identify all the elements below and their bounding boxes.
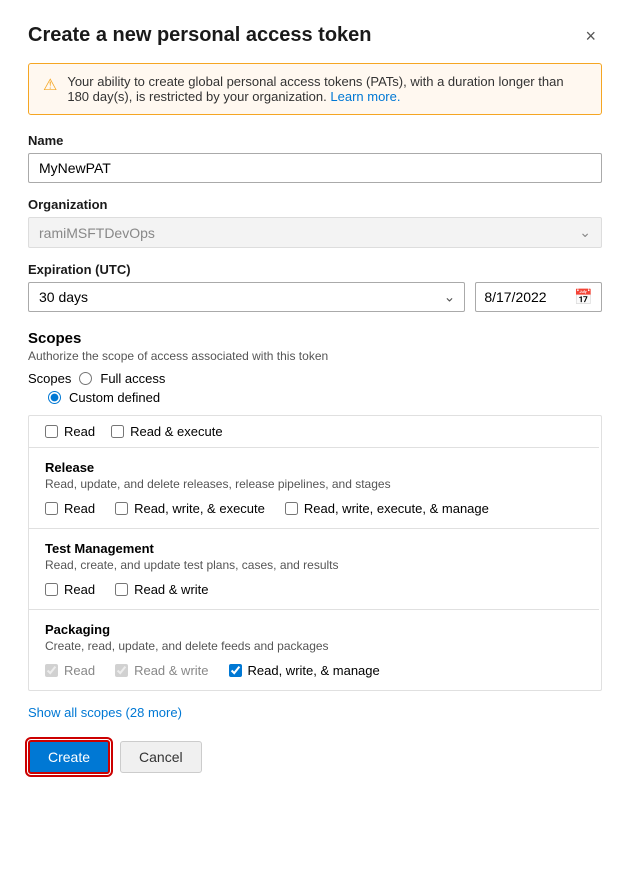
release-write-execute-checkbox[interactable] bbox=[115, 502, 128, 515]
calendar-icon[interactable]: 📅 bbox=[574, 288, 593, 306]
packaging-read-write-checkbox bbox=[115, 664, 128, 677]
packaging-read-label: Read bbox=[64, 663, 95, 678]
release-manage-checkbox[interactable] bbox=[285, 502, 298, 515]
organization-label: Organization bbox=[28, 197, 602, 212]
test-read-checkbox[interactable] bbox=[45, 583, 58, 596]
test-read-item: Read bbox=[45, 582, 95, 597]
test-read-write-item: Read & write bbox=[115, 582, 208, 597]
name-label: Name bbox=[28, 133, 602, 148]
scopes-description: Authorize the scope of access associated… bbox=[28, 349, 602, 363]
scope-group-packaging: Packaging Create, read, update, and dele… bbox=[29, 610, 599, 690]
date-input-wrapper: 📅 bbox=[475, 282, 602, 312]
test-read-write-checkbox[interactable] bbox=[115, 583, 128, 596]
cancel-button[interactable]: Cancel bbox=[120, 741, 202, 773]
warning-icon: ⚠ bbox=[43, 75, 57, 95]
scopes-section: Scopes Authorize the scope of access ass… bbox=[28, 330, 602, 405]
read-top-label: Read bbox=[64, 424, 95, 439]
packaging-read-item: Read bbox=[45, 663, 95, 678]
scope-group-test-management: Test Management Read, create, and update… bbox=[29, 529, 599, 610]
packaging-manage-checkbox[interactable] bbox=[229, 664, 242, 677]
packaging-read-checkbox bbox=[45, 664, 58, 677]
chevron-down-icon: ⌄ bbox=[579, 224, 591, 241]
scopes-scroll-inner: Read Read & execute Release Read, update… bbox=[29, 416, 601, 690]
release-checkbox-row: Read Read, write, & execute Read, write,… bbox=[45, 501, 583, 516]
test-management-group-desc: Read, create, and update test plans, cas… bbox=[45, 558, 583, 572]
packaging-group-name: Packaging bbox=[45, 622, 583, 637]
release-read-item: Read bbox=[45, 501, 95, 516]
name-field-group: Name bbox=[28, 133, 602, 197]
close-button[interactable]: × bbox=[579, 25, 602, 47]
organization-select-wrapper: ramiMSFTDevOps ⌄ bbox=[28, 217, 602, 248]
checkbox-read-execute-top: Read & execute bbox=[111, 424, 223, 439]
custom-defined-radio-row: Custom defined bbox=[48, 390, 602, 405]
scopes-scroll-area: Read Read & execute Release Read, update… bbox=[28, 415, 602, 691]
expiration-label: Expiration (UTC) bbox=[28, 262, 602, 277]
show-all-scopes-link[interactable]: Show all scopes (28 more) bbox=[28, 705, 182, 720]
scope-group-release: Release Read, update, and delete release… bbox=[29, 448, 599, 529]
test-management-group-name: Test Management bbox=[45, 541, 583, 556]
warning-text: Your ability to create global personal a… bbox=[67, 74, 587, 104]
custom-defined-label: Custom defined bbox=[69, 390, 160, 405]
dialog-title: Create a new personal access token bbox=[28, 24, 372, 47]
release-write-execute-label: Read, write, & execute bbox=[134, 501, 265, 516]
date-input[interactable] bbox=[484, 283, 574, 311]
expiration-field-group: Expiration (UTC) 30 days 60 days 90 days… bbox=[28, 262, 602, 312]
release-manage-item: Read, write, execute, & manage bbox=[285, 501, 489, 516]
packaging-read-write-label: Read & write bbox=[134, 663, 208, 678]
learn-more-link[interactable]: Learn more. bbox=[330, 89, 400, 104]
dialog-header: Create a new personal access token × bbox=[28, 24, 602, 47]
create-pat-dialog: Create a new personal access token × ⚠ Y… bbox=[0, 0, 630, 880]
full-access-label: Full access bbox=[100, 371, 165, 386]
release-manage-label: Read, write, execute, & manage bbox=[304, 501, 489, 516]
custom-defined-radio[interactable] bbox=[48, 391, 61, 404]
packaging-manage-label: Read, write, & manage bbox=[248, 663, 380, 678]
checkbox-read-top: Read bbox=[45, 424, 95, 439]
create-button[interactable]: Create bbox=[28, 740, 110, 774]
read-execute-top-label: Read & execute bbox=[130, 424, 223, 439]
read-top-checkbox[interactable] bbox=[45, 425, 58, 438]
release-read-label: Read bbox=[64, 501, 95, 516]
expiration-row: 30 days 60 days 90 days 180 days Custom … bbox=[28, 282, 602, 312]
release-write-execute-item: Read, write, & execute bbox=[115, 501, 265, 516]
full-access-radio[interactable] bbox=[79, 372, 92, 385]
footer-buttons: Create Cancel bbox=[28, 740, 602, 774]
expiration-select-wrapper: 30 days 60 days 90 days 180 days Custom … bbox=[28, 282, 465, 312]
test-read-write-label: Read & write bbox=[134, 582, 208, 597]
packaging-manage-item: Read, write, & manage bbox=[229, 663, 380, 678]
packaging-read-write-item: Read & write bbox=[115, 663, 208, 678]
warning-banner: ⚠ Your ability to create global personal… bbox=[28, 63, 602, 115]
release-group-name: Release bbox=[45, 460, 583, 475]
scopes-title: Scopes bbox=[28, 330, 602, 347]
packaging-checkbox-row: Read Read & write Read, write, & manage bbox=[45, 663, 583, 678]
read-execute-top-checkbox[interactable] bbox=[111, 425, 124, 438]
release-group-desc: Read, update, and delete releases, relea… bbox=[45, 477, 583, 491]
scope-group-top: Read Read & execute bbox=[29, 416, 599, 448]
release-read-checkbox[interactable] bbox=[45, 502, 58, 515]
scopes-radio-row: Scopes Full access bbox=[28, 371, 602, 386]
organization-value: ramiMSFTDevOps bbox=[39, 225, 155, 241]
name-input[interactable] bbox=[28, 153, 602, 183]
organization-field-group: Organization ramiMSFTDevOps ⌄ bbox=[28, 197, 602, 248]
organization-select: ramiMSFTDevOps ⌄ bbox=[28, 217, 602, 248]
test-management-checkbox-row: Read Read & write bbox=[45, 582, 583, 597]
packaging-group-desc: Create, read, update, and delete feeds a… bbox=[45, 639, 583, 653]
expiration-select[interactable]: 30 days 60 days 90 days 180 days Custom … bbox=[28, 282, 465, 312]
scopes-radio-label: Scopes bbox=[28, 371, 71, 386]
test-read-label: Read bbox=[64, 582, 95, 597]
